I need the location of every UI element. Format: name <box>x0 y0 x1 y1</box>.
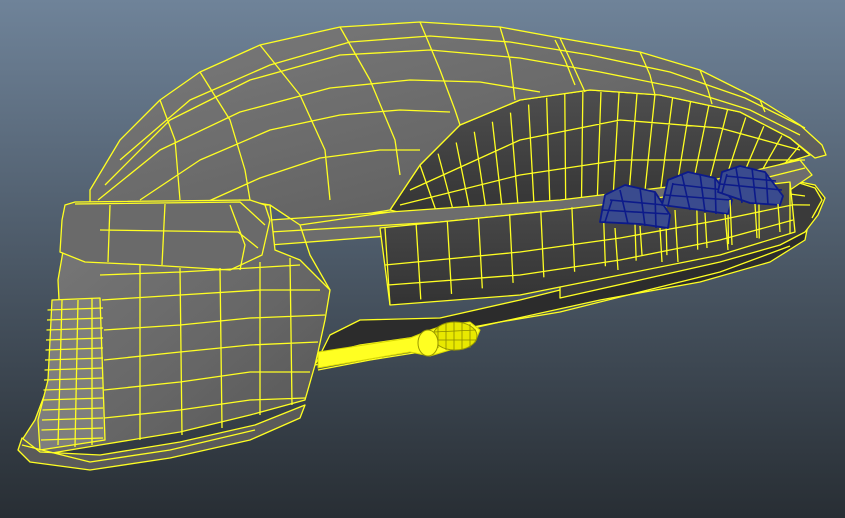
viewport-scene[interactable] <box>0 0 845 518</box>
3d-viewport[interactable] <box>0 0 845 518</box>
